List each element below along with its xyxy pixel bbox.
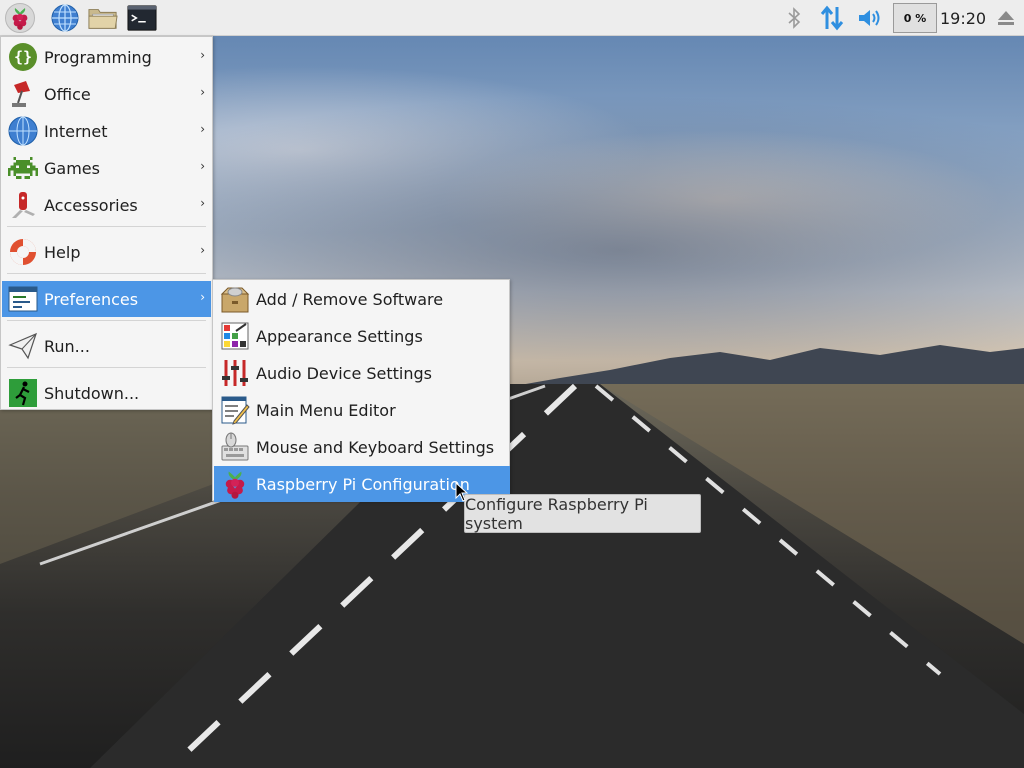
games-invader-icon [7, 152, 39, 184]
accessories-knife-icon [7, 189, 39, 221]
menu-item-label: Preferences [44, 289, 139, 309]
programming-icon: {} [7, 41, 39, 73]
menu-item-label: Help [44, 242, 81, 262]
submenu-arrow-icon: › [200, 159, 205, 173]
submenu-arrow-icon: › [200, 196, 205, 210]
submenu-arrow-icon: › [200, 122, 205, 136]
eject-icon[interactable] [994, 3, 1018, 33]
volume-icon[interactable] [856, 3, 884, 33]
internet-globe-icon [7, 115, 39, 147]
audio-sliders-icon [219, 357, 251, 389]
menu-separator [7, 226, 206, 227]
menu-item-office[interactable]: Office › [2, 76, 211, 112]
menu-item-preferences[interactable]: Preferences › [2, 281, 211, 317]
menu-item-label: Audio Device Settings [256, 363, 432, 383]
submenu-arrow-icon: › [200, 243, 205, 257]
menu-item-mouse-keyboard-settings[interactable]: Mouse and Keyboard Settings [214, 429, 510, 465]
preferences-icon [7, 283, 39, 315]
menu-separator [7, 320, 206, 321]
menu-item-label: Appearance Settings [256, 326, 423, 346]
submenu-arrow-icon: › [200, 290, 205, 304]
menu-item-label: Programming [44, 47, 152, 67]
wallpaper-mountains [520, 345, 1024, 390]
menu-item-label: Run... [44, 336, 90, 356]
applications-menu-button[interactable] [5, 3, 35, 33]
raspberry-logo-icon [12, 8, 28, 30]
submenu-arrow-icon: › [200, 48, 205, 62]
svg-text:{}: {} [14, 48, 32, 66]
network-arrows-icon [820, 5, 844, 31]
mouse-keyboard-icon [219, 431, 251, 463]
menu-item-label: Office [44, 84, 91, 104]
eject-symbol-icon [998, 11, 1014, 25]
menu-item-label: Main Menu Editor [256, 400, 396, 420]
run-paper-plane-icon [7, 330, 39, 362]
menu-item-add-remove-software[interactable]: Add / Remove Software [214, 281, 510, 317]
preferences-submenu: Add / Remove Software Appearance Setting… [212, 279, 510, 502]
appearance-palette-icon [219, 320, 251, 352]
menu-item-run[interactable]: Run... [2, 328, 211, 364]
file-manager-launcher[interactable] [88, 3, 118, 33]
menu-item-audio-device-settings[interactable]: Audio Device Settings [214, 355, 510, 391]
menu-item-label: Raspberry Pi Configuration [256, 474, 470, 494]
raspberry-pi-icon [219, 468, 251, 500]
menu-item-label: Add / Remove Software [256, 289, 444, 309]
bluetooth-icon[interactable] [784, 3, 804, 33]
applications-menu: {} Programming › Office › Internet › Gam… [0, 36, 213, 410]
office-icon [7, 78, 39, 110]
cpu-usage-monitor[interactable]: 0 % [893, 3, 937, 33]
top-panel: 0 % 19:20 [0, 0, 1024, 36]
speaker-icon [859, 10, 880, 26]
menu-item-accessories[interactable]: Accessories › [2, 187, 211, 223]
menu-item-label: Games [44, 158, 100, 178]
tooltip: Configure Raspberry Pi system [464, 494, 701, 533]
menu-item-programming[interactable]: {} Programming › [2, 39, 211, 75]
terminal-icon [127, 5, 157, 31]
menu-item-games[interactable]: Games › [2, 150, 211, 186]
network-icon[interactable] [818, 3, 846, 33]
clock[interactable]: 19:20 [940, 3, 986, 33]
menu-item-internet[interactable]: Internet › [2, 113, 211, 149]
menu-editor-icon [219, 394, 251, 426]
wallpaper-road [0, 384, 1024, 768]
mouse-cursor-icon [455, 482, 469, 502]
shutdown-exit-icon [7, 377, 39, 409]
terminal-launcher[interactable] [127, 3, 157, 33]
menu-item-label: Internet [44, 121, 108, 141]
menu-item-appearance-settings[interactable]: Appearance Settings [214, 318, 510, 354]
menu-item-label: Shutdown... [44, 383, 140, 403]
menu-separator [7, 273, 206, 274]
menu-item-shutdown[interactable]: Shutdown... [2, 375, 211, 411]
menu-item-main-menu-editor[interactable]: Main Menu Editor [214, 392, 510, 428]
help-lifebuoy-icon [7, 236, 39, 268]
globe-icon [51, 4, 79, 32]
package-box-icon [219, 283, 251, 315]
menu-separator [7, 367, 206, 368]
bluetooth-symbol-icon [788, 7, 801, 29]
menu-item-help[interactable]: Help › [2, 234, 211, 270]
web-browser-launcher[interactable] [50, 3, 80, 33]
menu-item-label: Mouse and Keyboard Settings [256, 437, 495, 457]
folder-icon [88, 9, 118, 29]
submenu-arrow-icon: › [200, 85, 205, 99]
menu-item-label: Accessories [44, 195, 138, 215]
